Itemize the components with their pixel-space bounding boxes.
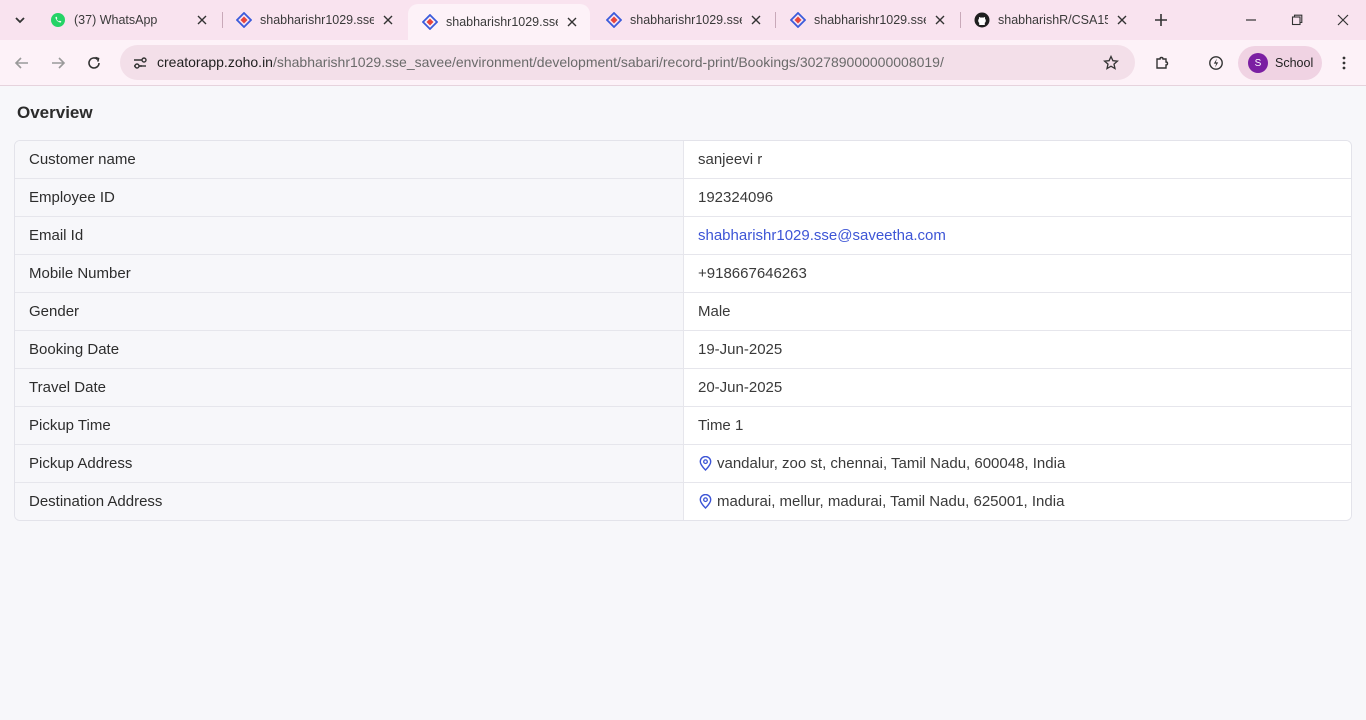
table-row: Gender Male xyxy=(15,292,1351,330)
field-value: Time 1 xyxy=(684,407,1351,444)
tab-zoho-3[interactable]: shabharishr1029.sse_ xyxy=(592,0,774,40)
close-icon[interactable] xyxy=(748,12,764,28)
tab-search-button[interactable] xyxy=(8,8,32,32)
extensions-button[interactable] xyxy=(1148,49,1176,77)
minimize-icon xyxy=(1246,19,1256,21)
close-icon[interactable] xyxy=(564,14,580,30)
tab-whatsapp[interactable]: (37) WhatsApp xyxy=(36,0,220,40)
record-details-table: Customer name sanjeevi r Employee ID 192… xyxy=(14,140,1352,521)
restore-icon xyxy=(1291,14,1303,26)
github-icon xyxy=(974,12,990,28)
table-row: Destination Address madurai, mellur, mad… xyxy=(15,482,1351,520)
field-label: Destination Address xyxy=(15,483,684,520)
back-button[interactable] xyxy=(8,49,36,77)
site-info-icon[interactable] xyxy=(128,51,152,75)
profile-button[interactable]: S School xyxy=(1238,46,1322,80)
table-row: Travel Date 20-Jun-2025 xyxy=(15,368,1351,406)
field-value-cell: shabharishr1029.sse@saveetha.com xyxy=(684,217,1351,254)
table-row: Email Id shabharishr1029.sse@saveetha.co… xyxy=(15,216,1351,254)
more-vert-icon xyxy=(1342,56,1346,70)
map-pin-icon[interactable] xyxy=(698,494,712,510)
zoho-creator-icon xyxy=(236,12,252,28)
avatar: S xyxy=(1248,53,1268,73)
field-value: Male xyxy=(684,293,1351,330)
field-value: 20-Jun-2025 xyxy=(684,369,1351,406)
tab-title: shabharishR/CSA150! xyxy=(998,13,1108,27)
map-pin-icon[interactable] xyxy=(698,456,712,472)
bookmark-star-icon[interactable] xyxy=(1099,51,1123,75)
field-label: Booking Date xyxy=(15,331,684,368)
zoho-creator-icon xyxy=(606,12,622,28)
arrow-right-icon xyxy=(52,57,66,69)
page-content: Overview Customer name sanjeevi r Employ… xyxy=(0,87,1366,720)
url-path: /shabharishr1029.sse_savee/environment/d… xyxy=(272,54,944,70)
address-bar[interactable]: creatorapp.zoho.in/shabharishr1029.sse_s… xyxy=(120,45,1135,80)
zoho-creator-icon xyxy=(422,14,438,30)
field-value: +918667646263 xyxy=(684,255,1351,292)
arrow-left-icon xyxy=(14,57,28,69)
destination-address-text: madurai, mellur, madurai, Tamil Nadu, 62… xyxy=(717,493,1065,510)
table-row: Employee ID 192324096 xyxy=(15,178,1351,216)
field-value: 192324096 xyxy=(684,179,1351,216)
url-text: creatorapp.zoho.in/shabharishr1029.sse_s… xyxy=(157,54,944,70)
new-tab-button[interactable] xyxy=(1150,9,1172,31)
puzzle-icon xyxy=(1156,56,1169,69)
browser-toolbar: creatorapp.zoho.in/shabharishr1029.sse_s… xyxy=(0,40,1366,86)
table-row: Customer name sanjeevi r xyxy=(15,141,1351,178)
field-label: Employee ID xyxy=(15,179,684,216)
field-label: Pickup Time xyxy=(15,407,684,444)
close-icon xyxy=(1337,14,1349,26)
performance-button[interactable] xyxy=(1202,49,1230,77)
field-label: Customer name xyxy=(15,141,684,178)
field-label: Mobile Number xyxy=(15,255,684,292)
restore-button[interactable] xyxy=(1274,0,1320,40)
table-row: Mobile Number +918667646263 xyxy=(15,254,1351,292)
close-icon[interactable] xyxy=(194,12,210,28)
email-link[interactable]: shabharishr1029.sse@saveetha.com xyxy=(698,227,946,244)
close-window-button[interactable] xyxy=(1320,0,1366,40)
gauge-icon xyxy=(1209,56,1223,70)
field-value-cell: madurai, mellur, madurai, Tamil Nadu, 62… xyxy=(684,483,1351,520)
tab-zoho-active[interactable]: shabharishr1029.sse_s xyxy=(408,4,590,40)
table-row: Booking Date 19-Jun-2025 xyxy=(15,330,1351,368)
tab-github[interactable]: shabharishR/CSA150! xyxy=(960,0,1140,40)
page-title: Overview xyxy=(17,103,93,122)
profile-name: School xyxy=(1275,56,1314,70)
table-row: Pickup Address vandalur, zoo st, chennai… xyxy=(15,444,1351,482)
field-value: sanjeevi r xyxy=(684,141,1351,178)
tab-title: shabharishr1029.sse_s xyxy=(446,15,558,29)
browser-menu-button[interactable] xyxy=(1330,49,1358,77)
table-row: Pickup Time Time 1 xyxy=(15,406,1351,444)
tab-zoho-1[interactable]: shabharishr1029.sse_s xyxy=(222,0,406,40)
minimize-button[interactable] xyxy=(1228,0,1274,40)
url-domain: creatorapp.zoho.in xyxy=(157,54,273,70)
pickup-address-text: vandalur, zoo st, chennai, Tamil Nadu, 6… xyxy=(717,455,1066,472)
tab-zoho-4[interactable]: shabharishr1029.sse_ xyxy=(776,0,958,40)
tab-title: shabharishr1029.sse_ xyxy=(814,13,926,27)
tab-title: (37) WhatsApp xyxy=(74,13,158,27)
tab-title: shabharishr1029.sse_ xyxy=(630,13,742,27)
reload-button[interactable] xyxy=(80,49,108,77)
field-value-cell: vandalur, zoo st, chennai, Tamil Nadu, 6… xyxy=(684,445,1351,482)
field-value: 19-Jun-2025 xyxy=(684,331,1351,368)
tab-title: shabharishr1029.sse_s xyxy=(260,13,374,27)
chevron-down-icon xyxy=(15,17,25,24)
close-icon[interactable] xyxy=(380,12,396,28)
zoho-creator-icon xyxy=(790,12,806,28)
field-label: Gender xyxy=(15,293,684,330)
field-label: Pickup Address xyxy=(15,445,684,482)
tab-strip: (37) WhatsApp shabharishr1029.sse_s shab… xyxy=(0,0,1366,40)
forward-button[interactable] xyxy=(44,49,72,77)
close-icon[interactable] xyxy=(932,12,948,28)
whatsapp-icon xyxy=(50,12,66,28)
field-label: Travel Date xyxy=(15,369,684,406)
plus-icon xyxy=(1155,14,1167,26)
field-label: Email Id xyxy=(15,217,684,254)
close-icon[interactable] xyxy=(1114,12,1130,28)
reload-icon xyxy=(88,56,100,69)
